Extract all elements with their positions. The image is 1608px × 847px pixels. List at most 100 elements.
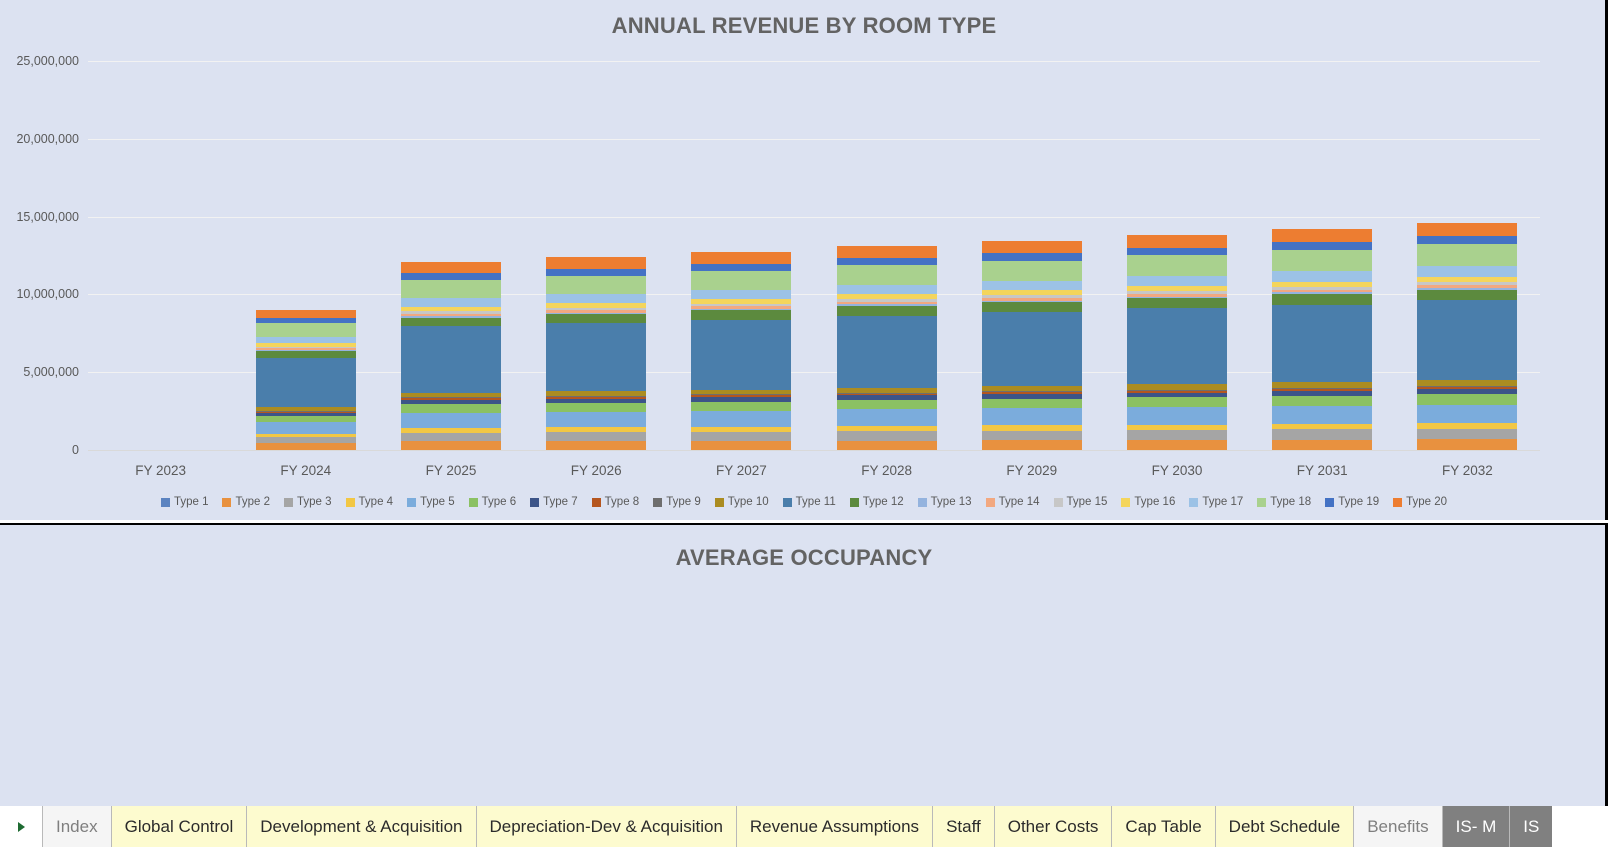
bar-segment[interactable] (691, 252, 792, 264)
legend-item[interactable]: Type 4 (345, 496, 393, 508)
bar-segment[interactable] (255, 433, 356, 437)
bar-segment[interactable] (1127, 255, 1227, 276)
bar-segment[interactable] (255, 443, 356, 450)
annual-revenue-chart-panel[interactable]: ANNUAL REVENUE BY ROOM TYPE 0 5,000,000 10… (0, 0, 1608, 520)
bar-segment[interactable] (1417, 380, 1518, 387)
legend-item[interactable]: Type 16 (1121, 496, 1175, 508)
bar-segment[interactable] (255, 318, 356, 324)
bar-segment[interactable] (255, 309, 356, 319)
bar-segment[interactable] (836, 299, 937, 302)
bar-segment[interactable] (691, 304, 792, 307)
bar-segment[interactable] (546, 307, 647, 311)
bar-segment[interactable] (981, 253, 1082, 261)
sheet-tabs-strip[interactable]: Index Global Control Development & Acquisi… (42, 806, 1608, 847)
bar-segment[interactable] (836, 392, 937, 394)
bar-segment[interactable] (836, 294, 937, 300)
bar-segment[interactable] (1272, 304, 1373, 383)
bar-segment[interactable] (1417, 276, 1518, 283)
bar-segment[interactable] (1127, 308, 1227, 385)
bar-segment[interactable] (1417, 244, 1518, 266)
bar-segment[interactable] (255, 411, 356, 413)
bar-segment[interactable] (836, 409, 937, 426)
bar-segment[interactable] (255, 415, 356, 423)
bar-segment[interactable] (836, 265, 937, 285)
bar-segment[interactable] (255, 343, 356, 347)
bar-segment[interactable] (691, 397, 792, 402)
bar-segment[interactable] (1272, 406, 1373, 424)
bar-segment[interactable] (981, 392, 1082, 395)
legend-item[interactable]: Type 15 (1053, 496, 1107, 508)
legend-item[interactable]: Type 18 (1257, 496, 1311, 508)
bar-segment[interactable] (691, 395, 792, 398)
bar-segment[interactable] (836, 315, 937, 388)
bar-segment[interactable] (691, 440, 792, 450)
bar-segment[interactable] (1417, 236, 1518, 245)
bar-segment[interactable] (836, 304, 937, 306)
bar-segment[interactable] (981, 425, 1082, 431)
bar-segment[interactable] (401, 313, 501, 317)
bar-segment[interactable] (401, 316, 501, 318)
bar-segment[interactable] (1272, 281, 1373, 287)
bar-segment[interactable] (1272, 289, 1373, 293)
bar-segment[interactable] (255, 410, 356, 412)
bar-segment[interactable] (1127, 389, 1227, 391)
bar-segment[interactable] (546, 313, 647, 324)
bar-segment[interactable] (1417, 439, 1518, 450)
bar-segment[interactable] (1272, 387, 1373, 390)
bar-segment[interactable] (1127, 430, 1227, 441)
tab-scroll-right-icon[interactable] (0, 806, 42, 847)
bar-segment[interactable] (836, 425, 937, 432)
bar-segment[interactable] (401, 398, 501, 400)
bar-segment[interactable] (691, 401, 792, 411)
sheet-tab-debt-schedule[interactable]: Debt Schedule (1214, 806, 1354, 847)
bar-segment[interactable] (546, 303, 647, 308)
table-row[interactable] (691, 61, 792, 450)
bar-segment[interactable] (255, 436, 356, 444)
bar-segment[interactable] (836, 431, 937, 441)
bar-segment[interactable] (836, 258, 937, 266)
bar-segment[interactable] (836, 393, 937, 396)
bar-segment[interactable] (1127, 397, 1227, 408)
bar-segment[interactable] (1127, 392, 1227, 398)
bar-segment[interactable] (255, 348, 356, 351)
bar-segment[interactable] (255, 422, 356, 434)
bar-segment[interactable] (1272, 423, 1373, 430)
bar-segment[interactable] (401, 298, 501, 307)
bar-segment[interactable] (1417, 386, 1518, 388)
bar-segment[interactable] (1127, 296, 1227, 299)
bar-segment[interactable] (1272, 242, 1373, 251)
legend-item[interactable]: Type 1 (160, 496, 208, 508)
legend-item[interactable]: Type 14 (985, 496, 1040, 508)
bar-segment[interactable] (401, 427, 501, 433)
bar-segment[interactable] (255, 357, 356, 408)
bar-segment[interactable] (1272, 292, 1373, 295)
bar-segment[interactable] (1272, 390, 1373, 396)
bar-segment[interactable] (401, 326, 501, 393)
bar-segment[interactable] (1127, 440, 1227, 450)
bar-segment[interactable] (691, 389, 792, 395)
bar-segment[interactable] (1417, 300, 1518, 381)
sheet-tab-global-control[interactable]: Global Control (110, 806, 247, 847)
bar-segment[interactable] (691, 289, 792, 300)
bar-segment[interactable] (1417, 394, 1518, 405)
bar-segment[interactable] (1272, 389, 1373, 391)
bar-segment[interactable] (981, 297, 1082, 301)
legend-item[interactable]: Type 12 (849, 496, 904, 508)
bar-segment[interactable] (981, 302, 1082, 313)
table-row[interactable] (1272, 61, 1373, 450)
bar-segment[interactable] (836, 399, 937, 410)
bar-segment[interactable] (1417, 222, 1518, 237)
bar-segment[interactable] (691, 270, 792, 290)
legend-item[interactable]: Type 11 (782, 496, 836, 508)
bar-segment[interactable] (836, 440, 937, 450)
bar-segment[interactable] (1417, 404, 1518, 424)
bar-segment[interactable] (401, 280, 501, 299)
bar-segment[interactable] (981, 295, 1082, 298)
legend-item[interactable]: Type 9 (653, 496, 701, 508)
bar-segment[interactable] (836, 284, 937, 295)
bar-segment[interactable] (1417, 289, 1518, 301)
bar-segment[interactable] (981, 430, 1082, 441)
bar-segment[interactable] (546, 312, 647, 314)
bar-segment[interactable] (1127, 234, 1227, 248)
sheet-tab-staff[interactable]: Staff (932, 806, 994, 847)
